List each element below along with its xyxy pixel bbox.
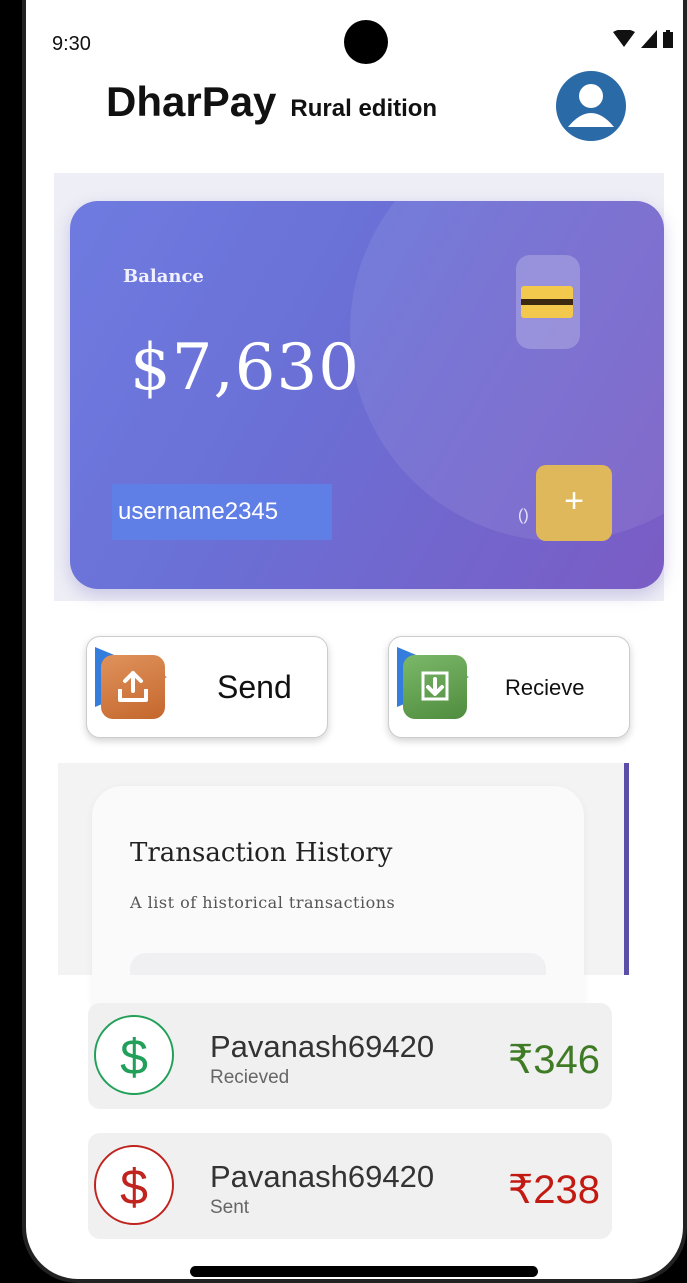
history-subtitle: A list of historical transactions: [130, 893, 396, 912]
wifi-icon: [613, 30, 635, 47]
send-label: Send: [217, 669, 292, 705]
app-edition: Rural edition: [290, 95, 438, 122]
transaction-item[interactable]: $ Pavanash69420 Recieved ₹346: [88, 1003, 612, 1109]
history-title: Transaction History: [130, 838, 393, 868]
send-button[interactable]: Send: [86, 636, 328, 738]
transaction-item[interactable]: $ Pavanash69420 Sent ₹238: [88, 1133, 612, 1239]
transaction-amount: ₹346: [507, 1038, 600, 1082]
app-title: DharPay Rural edition: [106, 78, 437, 126]
history-list-top: [130, 953, 546, 975]
card-decoration: [350, 201, 664, 541]
history-accent-bar: [624, 763, 629, 975]
credit-card-icon: [521, 286, 573, 318]
transaction-name: Pavanash69420: [210, 1159, 435, 1194]
dollar-icon: $: [94, 1015, 174, 1095]
app-name: DharPay: [106, 78, 277, 125]
balance-card: Balance $7,630 username2345 () +: [70, 201, 664, 589]
upload-icon: [101, 655, 165, 719]
transaction-name: Pavanash69420: [210, 1029, 435, 1064]
transaction-type: Sent: [210, 1197, 250, 1218]
phone-screen: 9:30 DharPay Rural edition Balance $7,63…: [22, 0, 687, 1283]
user-icon: [568, 84, 614, 127]
balance-amount: $7,630: [130, 331, 360, 405]
username-label: username2345: [112, 484, 332, 540]
home-indicator[interactable]: [190, 1266, 538, 1277]
receive-label: Recieve: [505, 675, 585, 700]
receive-button[interactable]: Recieve: [388, 636, 630, 738]
camera-cutout: [344, 20, 388, 64]
card-tag: (): [518, 507, 529, 524]
transaction-type: Recieved: [210, 1067, 290, 1088]
download-icon: [403, 655, 467, 719]
add-money-button[interactable]: +: [536, 465, 612, 541]
dollar-icon: $: [94, 1145, 174, 1225]
signal-icon: [641, 30, 657, 48]
profile-avatar-button[interactable]: [556, 71, 626, 141]
status-icons: [613, 30, 673, 48]
battery-icon: [663, 30, 673, 48]
balance-label: Balance: [123, 266, 204, 287]
transaction-amount: ₹238: [507, 1168, 600, 1212]
status-time: 9:30: [52, 33, 91, 55]
